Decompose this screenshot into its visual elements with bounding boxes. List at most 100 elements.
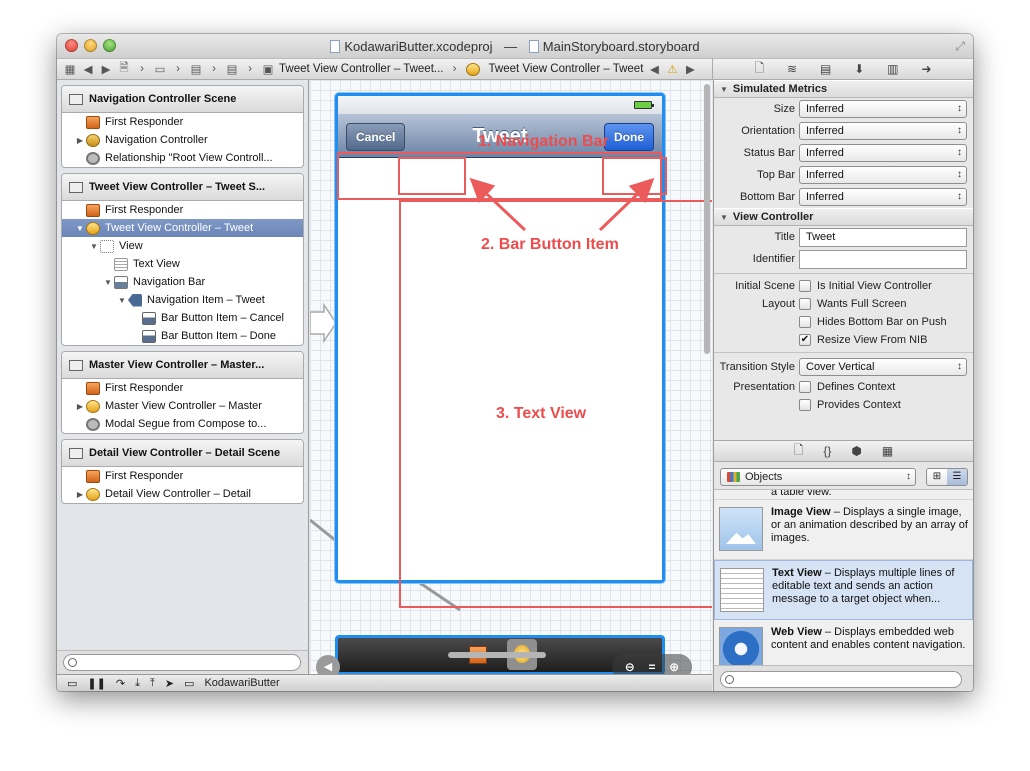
done-button[interactable]: Done — [604, 123, 654, 151]
library-item-desc: a table view. — [771, 490, 832, 498]
back-arrow-icon[interactable]: ◀ — [81, 62, 95, 76]
next-issue-icon[interactable]: ▶ — [683, 62, 697, 76]
zoom-button[interactable] — [103, 39, 116, 52]
disclosure-right-icon[interactable]: ▶ — [74, 490, 86, 499]
code-snippet-library-icon[interactable]: {} — [823, 444, 831, 458]
scene-header[interactable]: Navigation Controller Scene — [62, 86, 303, 113]
library-item-desc: Image View – Displays a single image, or… — [771, 506, 969, 545]
outline-row[interactable]: First Responder — [62, 113, 303, 131]
quick-help-icon[interactable]: ≋ — [787, 62, 797, 76]
previous-issue-icon[interactable]: ◀ — [647, 62, 661, 76]
outline-row[interactable]: Modal Segue from Compose to... — [62, 415, 303, 433]
wants-full-screen-checkbox[interactable] — [799, 298, 811, 310]
forward-arrow-icon[interactable]: ▶ — [99, 62, 113, 76]
section-view-controller[interactable]: ▼ View Controller — [714, 208, 973, 226]
fullscreen-icon[interactable]: ⤢ — [955, 39, 965, 54]
outline-row[interactable]: ▼ Navigation Bar — [62, 273, 303, 291]
vertical-scrollbar[interactable] — [704, 84, 710, 354]
row-label: First Responder — [105, 116, 184, 128]
orientation-select[interactable]: Inferred — [799, 122, 967, 140]
library-category-select[interactable]: Objects — [720, 468, 916, 486]
grid-view-icon[interactable]: ⊞ — [927, 469, 947, 485]
disclosure-down-icon[interactable]: ▼ — [102, 278, 114, 287]
outline-row[interactable]: First Responder — [62, 201, 303, 219]
orientation-label: Orientation — [741, 125, 795, 137]
outline-filter-input[interactable] — [63, 654, 301, 671]
disclosure-down-icon[interactable]: ▼ — [88, 242, 100, 251]
outline-row[interactable]: ▶ Master View Controller – Master — [62, 397, 303, 415]
step-over-icon[interactable]: ↷ — [116, 677, 125, 690]
section-simulated-metrics[interactable]: ▼ Simulated Metrics — [714, 80, 973, 98]
disclosure-down-icon[interactable]: ▼ — [720, 85, 728, 94]
media-library-icon[interactable]: ▦ — [882, 444, 893, 458]
disclosure-right-icon[interactable]: ▶ — [74, 136, 86, 145]
scene-header[interactable]: Detail View Controller – Detail Scene — [62, 440, 303, 467]
step-in-icon[interactable]: ⤓ — [135, 677, 140, 690]
hides-bottom-bar-checkbox[interactable] — [799, 316, 811, 328]
pause-icon[interactable]: ❚❚ — [87, 677, 105, 690]
initial-view-controller-checkbox[interactable] — [799, 280, 811, 292]
zoom-out-icon[interactable]: ⊖ — [625, 660, 635, 674]
disclosure-down-icon[interactable]: ▼ — [116, 296, 128, 305]
hide-debug-area-icon[interactable]: ▭ — [67, 677, 77, 690]
cancel-button[interactable]: Cancel — [346, 123, 405, 151]
outline-row-selected[interactable]: ▼ Tweet View Controller – Tweet — [62, 219, 303, 237]
identifier-field[interactable] — [799, 250, 967, 269]
attributes-inspector-icon[interactable]: ⬇ — [854, 62, 864, 76]
outline-row[interactable]: Bar Button Item – Cancel — [62, 309, 303, 327]
storyboard-canvas[interactable]: Tweet Cancel Done 1. Navigation Bar 2. B… — [310, 80, 712, 674]
object-library-icon[interactable]: ⬢ — [851, 444, 861, 458]
outline-row[interactable]: ▼ Navigation Item – Tweet — [62, 291, 303, 309]
identifier-label: Identifier — [752, 253, 795, 265]
identity-inspector-icon[interactable]: ▤ — [820, 62, 831, 76]
outline-row[interactable]: ▶ Navigation Controller — [62, 131, 303, 149]
file-template-library-icon[interactable]: 🗋 — [794, 441, 804, 462]
canvas-back-icon[interactable]: ◀ — [316, 655, 340, 674]
library-item-web-view[interactable]: Web View – Displays embedded web content… — [714, 620, 973, 665]
disclosure-down-icon[interactable]: ▼ — [720, 213, 728, 222]
scene-header[interactable]: Master View Controller – Master... — [62, 352, 303, 379]
close-button[interactable] — [65, 39, 78, 52]
minimize-button[interactable] — [84, 39, 97, 52]
transition-style-select[interactable]: Cover Vertical — [799, 358, 967, 376]
scene-header[interactable]: Tweet View Controller – Tweet S... — [62, 174, 303, 201]
storyboard-icon[interactable]: ▤ — [225, 62, 239, 76]
outline-row[interactable]: Bar Button Item – Done — [62, 327, 303, 345]
bottom-bar-select[interactable]: Inferred — [799, 188, 967, 206]
outline-row[interactable]: Text View — [62, 255, 303, 273]
jumpbar-crumb-vc[interactable]: Tweet View Controller – Tweet — [489, 63, 644, 75]
project-icon[interactable]: 🗎 — [117, 60, 131, 79]
defines-context-checkbox[interactable] — [799, 381, 811, 393]
library-item-image-view[interactable]: Image View – Displays a single image, or… — [714, 500, 973, 560]
related-items-icon[interactable]: ▦ — [63, 62, 77, 76]
outline-row[interactable]: First Responder — [62, 467, 303, 485]
library-item-text-view[interactable]: Text View – Displays multiple lines of e… — [714, 560, 973, 620]
library-item[interactable]: a table view. — [714, 490, 973, 500]
outline-row[interactable]: Relationship "Root View Controll... — [62, 149, 303, 167]
jumpbar-crumb-scene[interactable]: Tweet View Controller – Tweet... — [279, 63, 444, 75]
warning-icon[interactable]: ⚠ — [665, 62, 679, 76]
library-search-input[interactable] — [720, 671, 962, 688]
outline-row[interactable]: First Responder — [62, 379, 303, 397]
list-view-icon[interactable]: ☰ — [947, 469, 967, 485]
zoom-fit-icon[interactable]: = — [648, 660, 655, 674]
location-icon[interactable]: ➤ — [165, 677, 174, 690]
status-bar-select[interactable]: Inferred — [799, 144, 967, 162]
outline-row[interactable]: ▶ Detail View Controller – Detail — [62, 485, 303, 503]
outline-row[interactable]: ▼ View — [62, 237, 303, 255]
folder-icon[interactable]: ▭ — [153, 62, 167, 76]
horizontal-scrollbar[interactable] — [448, 652, 546, 658]
storyboard-icon[interactable]: ▤ — [189, 62, 203, 76]
connections-inspector-icon[interactable]: ➜ — [921, 62, 931, 76]
size-select[interactable]: Inferred — [799, 100, 967, 118]
step-out-icon[interactable]: ⤒ — [150, 677, 155, 690]
disclosure-right-icon[interactable]: ▶ — [74, 402, 86, 411]
provides-context-checkbox[interactable] — [799, 399, 811, 411]
size-inspector-icon[interactable]: ▥ — [887, 62, 898, 76]
zoom-in-icon[interactable]: ⊕ — [669, 660, 679, 674]
disclosure-down-icon[interactable]: ▼ — [74, 224, 86, 233]
file-inspector-icon[interactable]: 🗋 — [754, 59, 764, 80]
title-field[interactable]: Tweet — [799, 228, 967, 247]
resize-view-checkbox[interactable]: ✔ — [799, 334, 811, 346]
top-bar-select[interactable]: Inferred — [799, 166, 967, 184]
